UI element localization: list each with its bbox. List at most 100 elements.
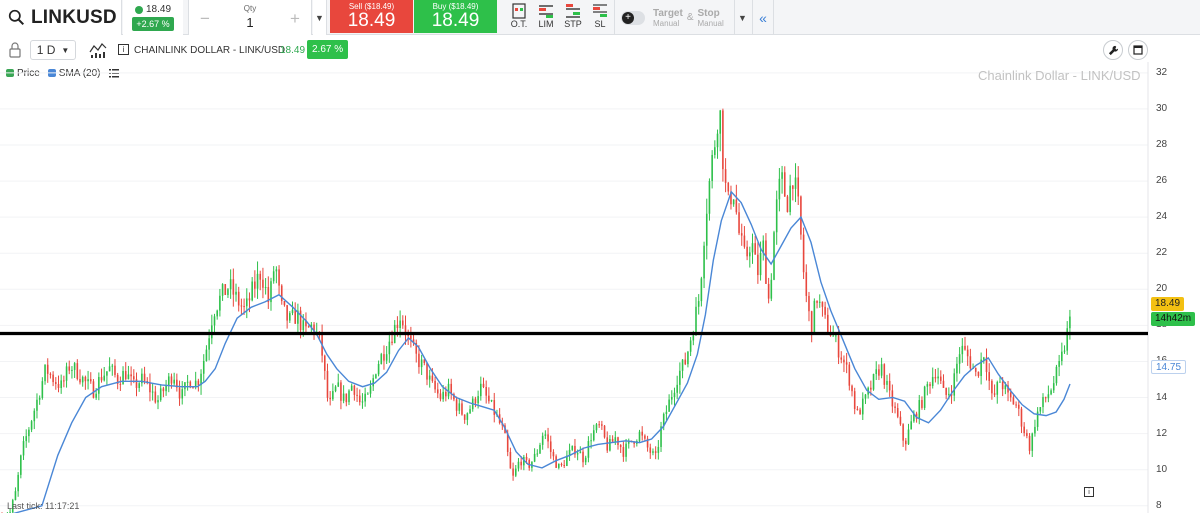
info-icon[interactable]: i [1084,487,1094,497]
candle-up [1004,385,1007,390]
candle-down [563,464,565,466]
candle-down [840,357,843,360]
candle-up [369,386,372,394]
sell-button[interactable]: Sell ($18.49) 18.49 [330,0,413,33]
candle-up [1058,361,1060,367]
candle-down [902,424,904,441]
candle-down [802,234,805,273]
candle-up [211,325,213,339]
candle-up [923,386,926,408]
candle-up [705,213,708,246]
candle-down [827,314,829,333]
candle-down [856,408,859,410]
candle-up [186,381,189,383]
candle-up [229,279,232,290]
candle-down [582,451,584,463]
candle-down [921,400,923,408]
candle-up [447,383,450,397]
order-type-sl-button[interactable]: SL [586,3,614,33]
candle-down [974,368,977,372]
order-type-lim-button[interactable]: LIM [532,3,560,33]
price-chart[interactable] [0,62,1200,513]
candle-up [157,400,159,403]
price-axis-tick-label: 32 [1156,66,1168,78]
candle-up [103,375,106,381]
candle-up [1066,328,1069,351]
candle-down [905,440,907,445]
header-price: 18.49 [280,45,306,56]
lock-scale-icon[interactable] [8,41,22,59]
candle-down [988,372,991,381]
candle-down [133,376,135,380]
candle-up [367,393,369,395]
info-icon[interactable]: i [118,44,129,55]
indicators-icon[interactable] [88,40,108,60]
candle-up [264,287,267,289]
candle-down [735,199,738,213]
candle-up [30,421,33,430]
sma-line [12,190,1071,513]
candle-down [547,434,549,442]
candle-up [380,354,383,364]
candle-down [124,371,127,380]
candle-up [469,409,471,414]
candle-down [966,349,969,357]
candle-up [167,376,170,386]
candle-up [375,374,377,379]
candle-up [958,354,961,364]
candle-down [68,366,71,371]
candle-down [455,399,458,411]
candle-up [818,301,821,303]
candle-down [746,246,748,257]
candle-up [127,374,130,380]
candle-up [332,391,334,400]
candle-down [606,437,609,451]
target-stop-dropdown-button[interactable]: ▼ [734,0,750,35]
qty-dropdown-button[interactable]: ▼ [313,0,327,35]
candle-down [345,393,348,403]
candle-up [1039,407,1042,412]
buy-button[interactable]: Buy ($18.49) 18.49 [414,0,497,33]
target-setting[interactable]: Target Manual [653,8,683,28]
candle-up [111,365,114,367]
candle-down [114,365,116,375]
candle-up [334,386,337,392]
candle-up [931,377,934,386]
qty-increase-button[interactable]: + [287,9,303,29]
candle-up [138,383,140,389]
candle-up [17,474,19,492]
candle-up [36,399,38,411]
candle-up [576,453,579,455]
candle-up [692,335,695,341]
candle-up [219,295,221,311]
candle-down [765,240,767,284]
candle-down [603,425,606,438]
candle-up [227,289,229,295]
candle-up [775,199,778,233]
quote-price-row: 18.49 [134,4,171,15]
target-stop-toggle[interactable] [621,10,645,25]
candle-down [649,447,652,453]
candle-up [184,382,186,390]
candle-up [388,341,391,355]
order-type-ot-button[interactable]: O.T. [505,3,533,33]
chart-settings-button[interactable] [1103,40,1123,60]
maximize-chart-button[interactable] [1128,40,1148,60]
stop-order-icon [566,4,580,18]
stop-setting[interactable]: Stop Manual [698,8,724,28]
candle-up [14,491,17,501]
candle-down [76,363,79,379]
candle-down [945,387,947,395]
collapse-panel-button[interactable]: « [752,0,774,35]
candle-up [1047,394,1050,399]
symbol-search[interactable]: LINKUSD [0,0,122,35]
target-label: Target [653,7,683,19]
interval-dropdown[interactable]: 1 D ▼ [30,40,76,60]
candle-down [512,468,514,476]
candle-up [275,269,278,272]
candle-up [181,389,184,399]
candle-down [1028,435,1031,451]
last-tick-label: Last tick: 11:17:21 [7,501,80,511]
order-type-stp-button[interactable]: STP [559,3,587,33]
price-axis-tick-label: 26 [1156,175,1168,187]
